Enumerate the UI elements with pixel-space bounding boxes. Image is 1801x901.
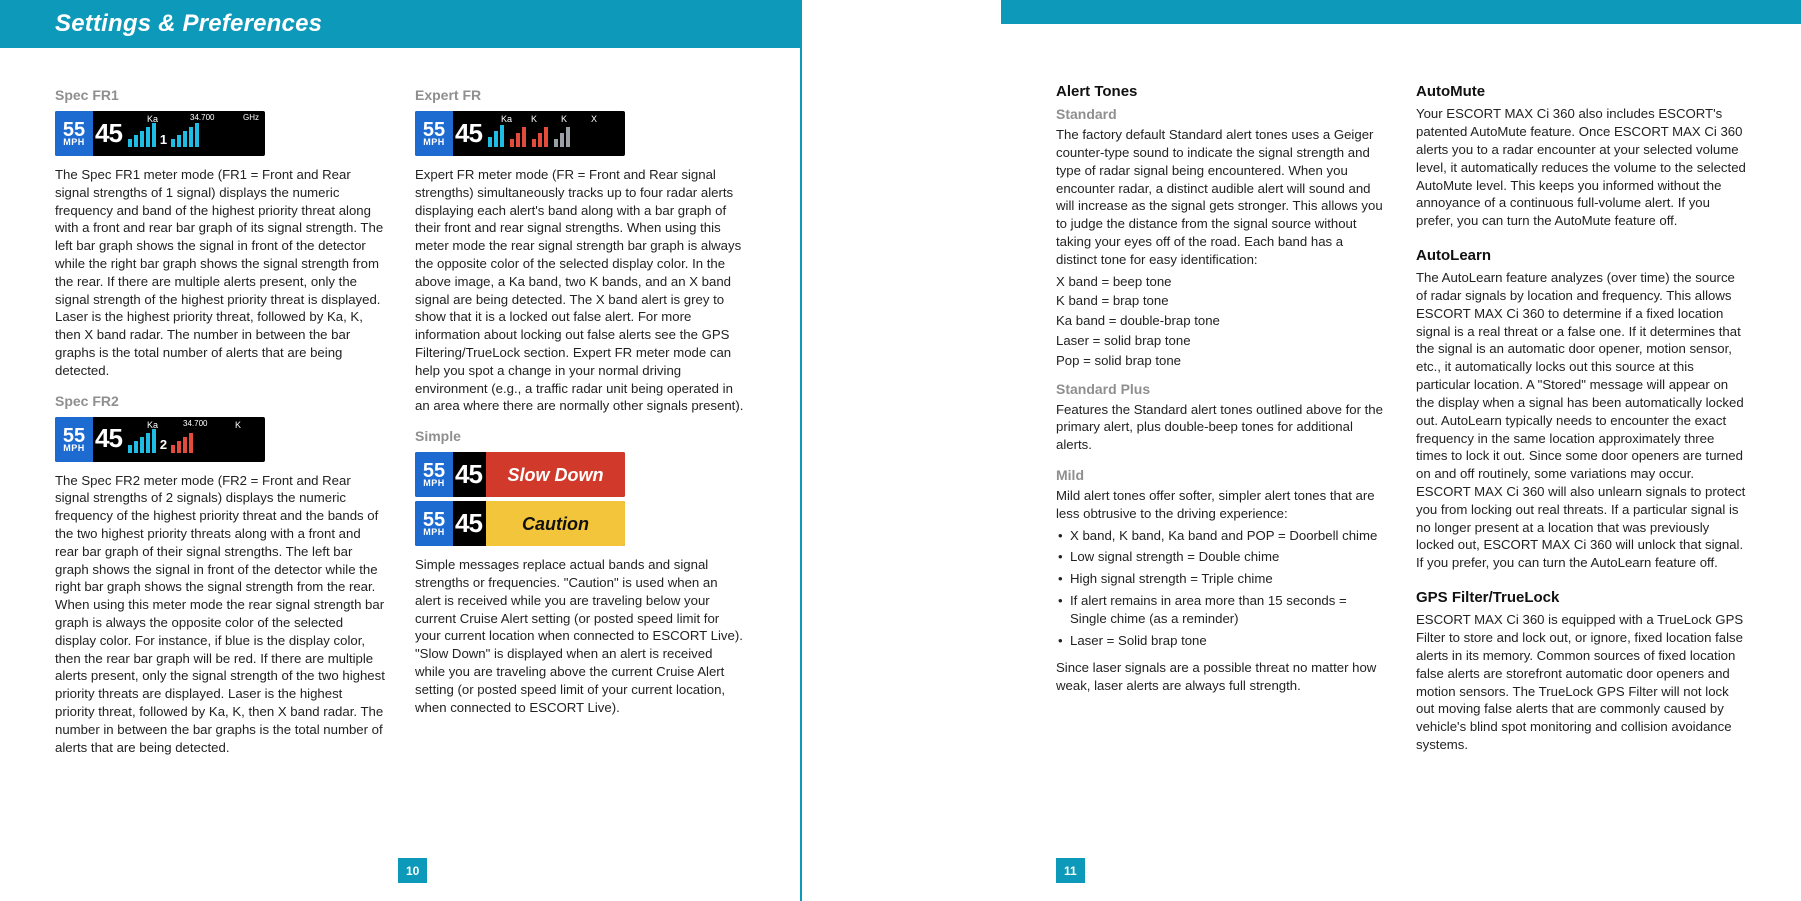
heading-standard: Standard	[1056, 105, 1386, 124]
heading-spec-fr2: Spec FR2	[55, 392, 385, 411]
line-ka-band: Ka band = double-brap tone	[1056, 312, 1386, 330]
line-k-band: K band = brap tone	[1056, 292, 1386, 310]
header-bar-left: Settings & Preferences	[0, 0, 800, 48]
left-page-col-1: Spec FR1 55MPH 45 Ka 34.700 GHz 1 The Sp…	[55, 82, 385, 769]
page-number-10: 10	[398, 858, 427, 883]
body-spec-fr2: The Spec FR2 meter mode (FR2 = Front and…	[55, 472, 385, 757]
heading-mild: Mild	[1056, 466, 1386, 485]
heading-automute: AutoMute	[1416, 82, 1746, 102]
page-left: Settings & Preferences Spec FR1 55MPH 45…	[0, 0, 800, 901]
heading-simple: Simple	[415, 427, 745, 446]
line-pop: Pop = solid brap tone	[1056, 352, 1386, 370]
heading-standard-plus: Standard Plus	[1056, 380, 1386, 399]
left-page-col-2: Expert FR 55MPH 45 Ka K K X Expert FR me…	[415, 82, 745, 769]
body-standard-plus: Features the Standard alert tones outlin…	[1056, 401, 1386, 454]
band-x-label: X	[591, 113, 597, 125]
body-gps-filter: ESCORT MAX Ci 360 is equipped with a Tru…	[1416, 611, 1746, 754]
mild-item-2: Low signal strength = Double chime	[1056, 548, 1386, 566]
mild-item-1: X band, K band, Ka band and POP = Doorbe…	[1056, 527, 1386, 545]
heading-expert-fr: Expert FR	[415, 86, 745, 105]
mild-item-3: High signal strength = Triple chime	[1056, 570, 1386, 588]
right-page-col-1: Alert Tones Standard The factory default…	[1056, 82, 1386, 766]
heading-alert-tones: Alert Tones	[1056, 82, 1386, 102]
mild-item-4: If alert remains in area more than 15 se…	[1056, 592, 1386, 628]
band-ka-label: Ka	[147, 113, 158, 125]
alert-count-2: 2	[160, 436, 167, 454]
header-bar-right	[1001, 0, 1801, 24]
page-gutter	[800, 0, 1001, 901]
line-laser: Laser = solid brap tone	[1056, 332, 1386, 350]
laser-note: Since laser signals are a possible threa…	[1056, 659, 1386, 695]
heading-spec-fr1: Spec FR1	[55, 86, 385, 105]
line-x-band: X band = beep tone	[1056, 273, 1386, 291]
body-mild-intro: Mild alert tones offer softer, simpler a…	[1056, 487, 1386, 523]
heading-autolearn: AutoLearn	[1416, 246, 1746, 266]
msg-slow-down: Slow Down	[486, 452, 625, 497]
freq-label: 34.700	[190, 113, 214, 124]
ghz-label: GHz	[243, 113, 259, 124]
heading-gps-filter: GPS Filter/TrueLock	[1416, 588, 1746, 608]
mild-list: X band, K band, Ka band and POP = Doorbe…	[1056, 527, 1386, 650]
body-spec-fr1: The Spec FR1 meter mode (FR1 = Front and…	[55, 166, 385, 380]
speed-unit: MPH	[55, 139, 93, 147]
display-simple-slow: 55MPH 45 Slow Down	[415, 452, 625, 497]
body-standard: The factory default Standard alert tones…	[1056, 126, 1386, 269]
alert-count-1: 1	[160, 131, 167, 149]
header-title: Settings & Preferences	[55, 8, 322, 40]
body-expert-fr: Expert FR meter mode (FR = Front and Rea…	[415, 166, 745, 415]
page-right: Alert Tones Standard The factory default…	[1001, 0, 1801, 901]
band-k-label: K	[235, 419, 241, 431]
right-page-col-2: AutoMute Your ESCORT MAX Ci 360 also inc…	[1416, 82, 1746, 766]
display-expert-fr: 55MPH 45 Ka K K X	[415, 111, 625, 156]
display-spec-fr2: 55MPH 45 Ka 34.700 K 2	[55, 417, 265, 462]
display-spec-fr1: 55MPH 45 Ka 34.700 GHz 1	[55, 111, 265, 156]
page-number-11: 11	[1056, 858, 1085, 883]
mild-item-5: Laser = Solid brap tone	[1056, 632, 1386, 650]
reading-45: 45	[95, 116, 122, 151]
display-simple-caution: 55MPH 45 Caution	[415, 501, 625, 546]
msg-caution: Caution	[486, 501, 625, 546]
body-simple: Simple messages replace actual bands and…	[415, 556, 745, 716]
body-automute: Your ESCORT MAX Ci 360 also includes ESC…	[1416, 105, 1746, 230]
body-autolearn: The AutoLearn feature analyzes (over tim…	[1416, 269, 1746, 572]
